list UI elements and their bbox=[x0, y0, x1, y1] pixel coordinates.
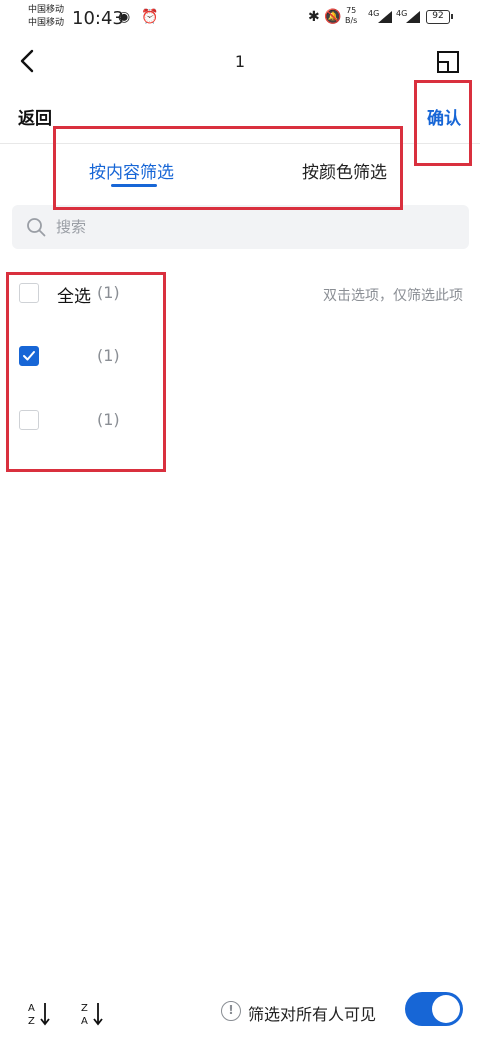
highlight-box-list bbox=[6, 272, 166, 472]
carrier-label-2: 中国移动 bbox=[28, 18, 65, 28]
bottom-toolbar: A Z Z A ! 筛选对所有人可见 bbox=[0, 985, 480, 1040]
svg-text:Z: Z bbox=[81, 1003, 88, 1014]
carrier-label-1: 中国移动 bbox=[28, 5, 65, 15]
net-speed-unit: B/s bbox=[345, 16, 358, 25]
sort-ascending-icon[interactable]: A Z bbox=[26, 999, 54, 1027]
visibility-toggle[interactable] bbox=[405, 992, 463, 1026]
highlight-box-confirm bbox=[414, 80, 472, 166]
svg-text:A: A bbox=[28, 1003, 35, 1014]
net-speed-value: 75 bbox=[346, 6, 357, 15]
battery-indicator: 92 bbox=[426, 10, 453, 24]
info-icon[interactable]: ! bbox=[221, 1001, 241, 1021]
visibility-label: 筛选对所有人可见 bbox=[248, 1005, 377, 1024]
status-bar: 中国移动 中国移动 10:43 ◉ ⏰ ✱ 🔕 75 B/s 4G 4G 92 bbox=[0, 0, 480, 36]
search-icon bbox=[27, 218, 46, 237]
status-time: 10:43 bbox=[72, 8, 124, 29]
double-click-hint: 双击选项，仅筛选此项 bbox=[323, 288, 463, 304]
nav-bar: 1 bbox=[0, 36, 480, 88]
back-button[interactable]: 返回 bbox=[18, 104, 52, 129]
signal-icon-2 bbox=[406, 11, 420, 23]
net-speed: 75 B/s bbox=[345, 6, 357, 26]
mute-bell-icon: 🔕 bbox=[324, 9, 342, 25]
highlight-box-tabs bbox=[53, 126, 403, 210]
svg-text:A: A bbox=[81, 1016, 88, 1027]
search-input[interactable] bbox=[56, 205, 446, 249]
alarm-icon: ⏰ bbox=[141, 9, 159, 25]
signal-icon-1 bbox=[378, 11, 392, 23]
svg-text:Z: Z bbox=[28, 1016, 35, 1027]
toggle-knob bbox=[432, 995, 460, 1023]
bluetooth-icon: ✱ bbox=[308, 9, 320, 25]
nav-title: 1 bbox=[234, 52, 246, 71]
expand-window-icon[interactable] bbox=[435, 49, 461, 75]
search-bar bbox=[12, 205, 469, 249]
eye-icon: ◉ bbox=[118, 9, 131, 25]
sort-descending-icon[interactable]: Z A bbox=[79, 999, 107, 1027]
